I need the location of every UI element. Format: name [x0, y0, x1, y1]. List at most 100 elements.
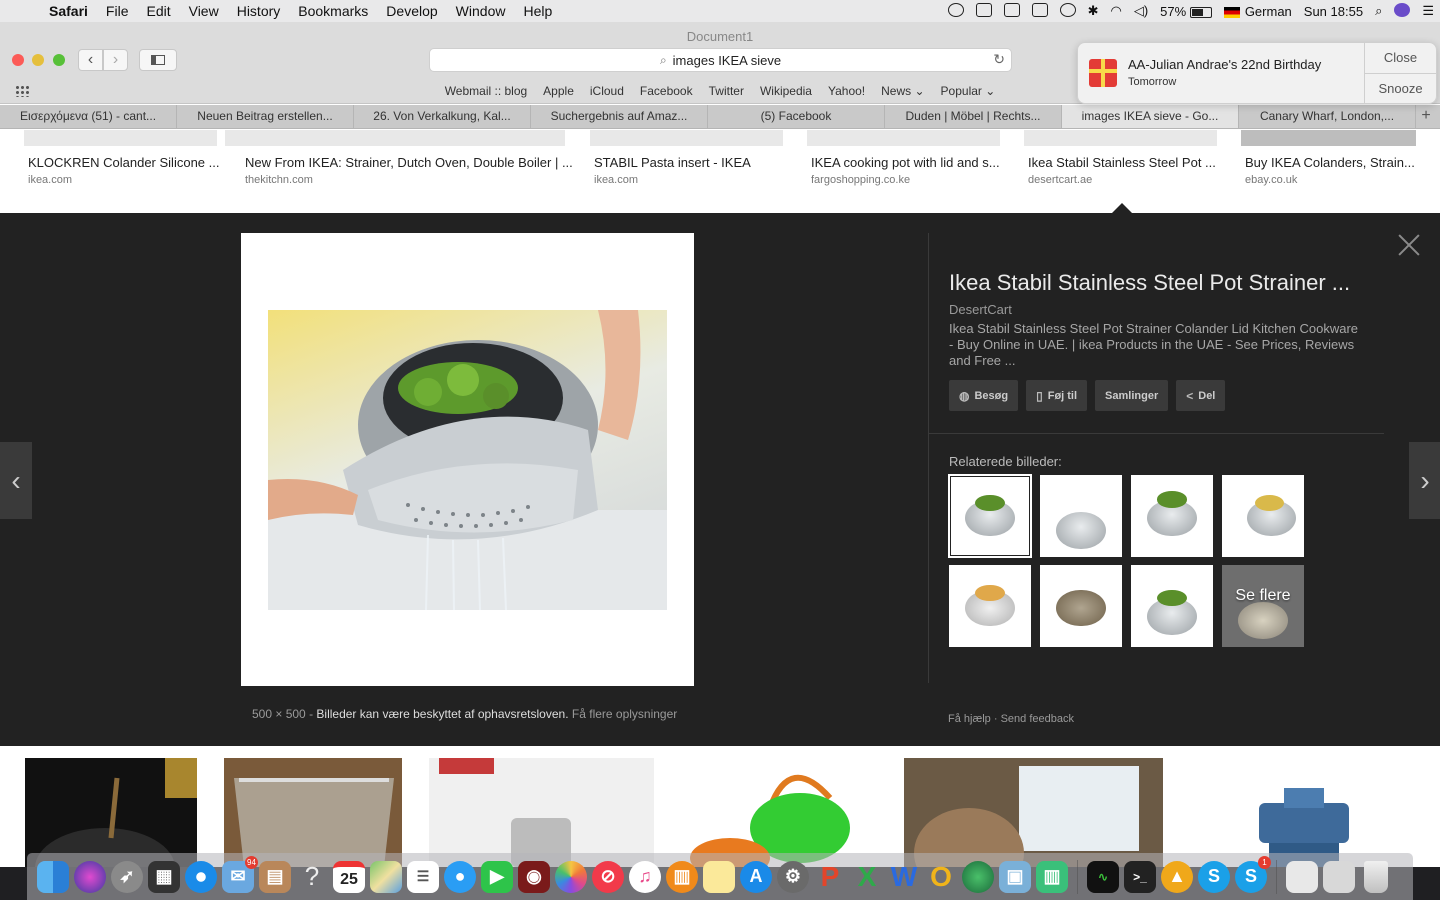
feedback-link[interactable]: Send feedback [1001, 713, 1074, 725]
tab-google-images[interactable]: images IKEA sieve - Go... [1062, 105, 1239, 128]
dock-trash[interactable] [1358, 859, 1394, 895]
result-thumbnail[interactable] [25, 758, 197, 867]
bookmark-apple[interactable]: Apple [535, 84, 582, 98]
dock-books[interactable]: ▥ [664, 859, 700, 895]
menu-view[interactable]: View [180, 3, 228, 19]
menu-bookmarks[interactable]: Bookmarks [289, 3, 377, 19]
result-thumbnail[interactable] [680, 758, 879, 867]
result-title[interactable]: KLOCKREN Colander Silicone ... [28, 155, 219, 170]
bookmark-wikipedia[interactable]: Wikipedia [752, 84, 820, 98]
bookmark-popular[interactable]: Popular ⌄ [933, 84, 1004, 98]
related-image[interactable] [1131, 565, 1213, 647]
share-button[interactable]: < Del [1176, 380, 1226, 411]
wifi-icon[interactable]: ◠ [1104, 3, 1127, 19]
preview-image[interactable] [268, 310, 667, 610]
bluetooth-icon[interactable]: ✱ [1082, 3, 1105, 19]
dock-facetime[interactable]: ▶ [479, 859, 515, 895]
menu-file[interactable]: File [97, 3, 138, 19]
forward-button[interactable]: › [103, 49, 128, 71]
back-button[interactable]: ‹ [78, 49, 103, 71]
address-bar[interactable]: ⌕ images IKEA sieve ↻ [429, 48, 1012, 72]
save-button[interactable]: ▯ Føj til [1026, 380, 1088, 411]
dock-reminders[interactable]: ☰ [405, 859, 441, 895]
dock-preview[interactable]: ▣ [997, 859, 1033, 895]
result-item[interactable]: KLOCKREN Colander Silicone ... ikea.com [28, 155, 219, 186]
result-thumbnail[interactable] [429, 758, 654, 867]
result-item[interactable]: Buy IKEA Colanders, Strain... ebay.co.uk [1245, 155, 1415, 186]
visit-button[interactable]: ◍ Besøg [949, 380, 1019, 411]
bookmark-news[interactable]: News ⌄ [873, 84, 932, 98]
reload-icon[interactable]: ↻ [993, 51, 1005, 68]
result-thumbnail[interactable] [1189, 758, 1416, 867]
dropbox-icon[interactable] [970, 2, 998, 20]
result-thumbnail[interactable] [224, 758, 402, 867]
notification-banner[interactable]: AA-Julian Andrae's 22nd Birthday Tomorro… [1077, 42, 1437, 104]
dock-music[interactable]: ♫ [627, 859, 663, 895]
dock-excel[interactable]: X [849, 859, 885, 895]
related-image[interactable] [949, 565, 1031, 647]
dock-notes[interactable] [701, 859, 737, 895]
tab-amazon[interactable]: Suchergebnis auf Amaz... [531, 105, 708, 128]
minimize-window-button[interactable] [32, 54, 44, 66]
dock-mission-control[interactable]: ▦ [146, 859, 182, 895]
dock-finder[interactable] [35, 859, 71, 895]
bookmark-facebook[interactable]: Facebook [632, 84, 701, 98]
top-sites-grid-icon[interactable] [15, 85, 29, 97]
previous-image-button[interactable]: ‹ [0, 442, 32, 519]
dock-skype[interactable]: S [1196, 859, 1232, 895]
dock-skype-business[interactable]: S1 [1233, 855, 1271, 895]
screen-icon[interactable] [998, 2, 1026, 20]
result-thumbnail[interactable] [1241, 130, 1416, 146]
dock-maps[interactable] [368, 859, 404, 895]
close-viewer-icon[interactable] [1397, 233, 1421, 257]
dock-powerpoint[interactable]: P [812, 859, 848, 895]
see-more-related[interactable]: Se flere [1222, 565, 1304, 647]
dock-photos[interactable] [553, 859, 589, 895]
dock-app-store[interactable]: A [738, 859, 774, 895]
dock-safari[interactable] [183, 859, 219, 895]
tab-new-post[interactable]: Neuen Beitrag erstellen... [177, 105, 354, 128]
tab-canary-wharf[interactable]: Canary Wharf, London,... [1239, 105, 1416, 128]
menu-app-name[interactable]: Safari [40, 3, 97, 19]
airplay-icon[interactable] [1026, 2, 1054, 20]
close-window-button[interactable] [12, 54, 24, 66]
result-item[interactable]: New From IKEA: Strainer, Dutch Oven, Dou… [245, 155, 573, 186]
menu-edit[interactable]: Edit [137, 3, 179, 19]
sidebar-toggle-button[interactable] [139, 49, 177, 71]
related-image[interactable] [1040, 565, 1122, 647]
related-image[interactable] [1222, 475, 1304, 557]
dock-messages[interactable]: ● [442, 859, 478, 895]
dock-mail[interactable]: ✉ 94 [220, 855, 258, 895]
volume-icon[interactable]: ◁) [1128, 3, 1154, 19]
preview-image-frame[interactable] [241, 233, 694, 686]
menu-develop[interactable]: Develop [377, 3, 446, 19]
dock-outlook[interactable]: O [923, 859, 959, 895]
related-image[interactable] [1040, 475, 1122, 557]
dock-help[interactable]: ? [294, 859, 330, 895]
dock-vlc[interactable]: ▲ [1159, 859, 1195, 895]
tab-verkalkung[interactable]: 26. Von Verkalkung, Kal... [354, 105, 531, 128]
notification-close-button[interactable]: Close [1365, 43, 1436, 73]
dock-documents-stack[interactable] [1321, 859, 1357, 895]
result-title[interactable]: IKEA cooking pot with lid and s... [811, 155, 1000, 170]
dock-activity-monitor[interactable]: ∿ [1085, 859, 1121, 895]
dock-downloads-stack[interactable] [1284, 859, 1320, 895]
result-thumbnail[interactable] [807, 130, 1000, 146]
result-item[interactable]: STABIL Pasta insert - IKEA ikea.com [594, 155, 751, 186]
bookmark-icloud[interactable]: iCloud [582, 84, 632, 98]
result-item[interactable]: Ikea Stabil Stainless Steel Pot ... dese… [1028, 155, 1216, 186]
tab-facebook[interactable]: (5) Facebook [708, 105, 885, 128]
result-thumbnail[interactable] [1024, 130, 1217, 146]
input-source[interactable]: German [1218, 4, 1298, 19]
result-title[interactable]: Ikea Stabil Stainless Steel Pot ... [1028, 155, 1216, 170]
dock-contacts[interactable]: ▤ [257, 859, 293, 895]
siri-icon[interactable] [1388, 2, 1416, 20]
result-thumbnail[interactable] [904, 758, 1163, 867]
bookmark-webmail[interactable]: Webmail :: blog [437, 84, 535, 98]
notification-center-icon[interactable]: ☰ [1416, 3, 1440, 19]
result-item[interactable]: IKEA cooking pot with lid and s... fargo… [811, 155, 1000, 186]
dock-system-preferences[interactable]: ⚙ [775, 859, 811, 895]
bookmark-twitter[interactable]: Twitter [701, 84, 752, 98]
dock-launchpad[interactable]: ➶ [109, 859, 145, 895]
dock-siri[interactable] [72, 859, 108, 895]
